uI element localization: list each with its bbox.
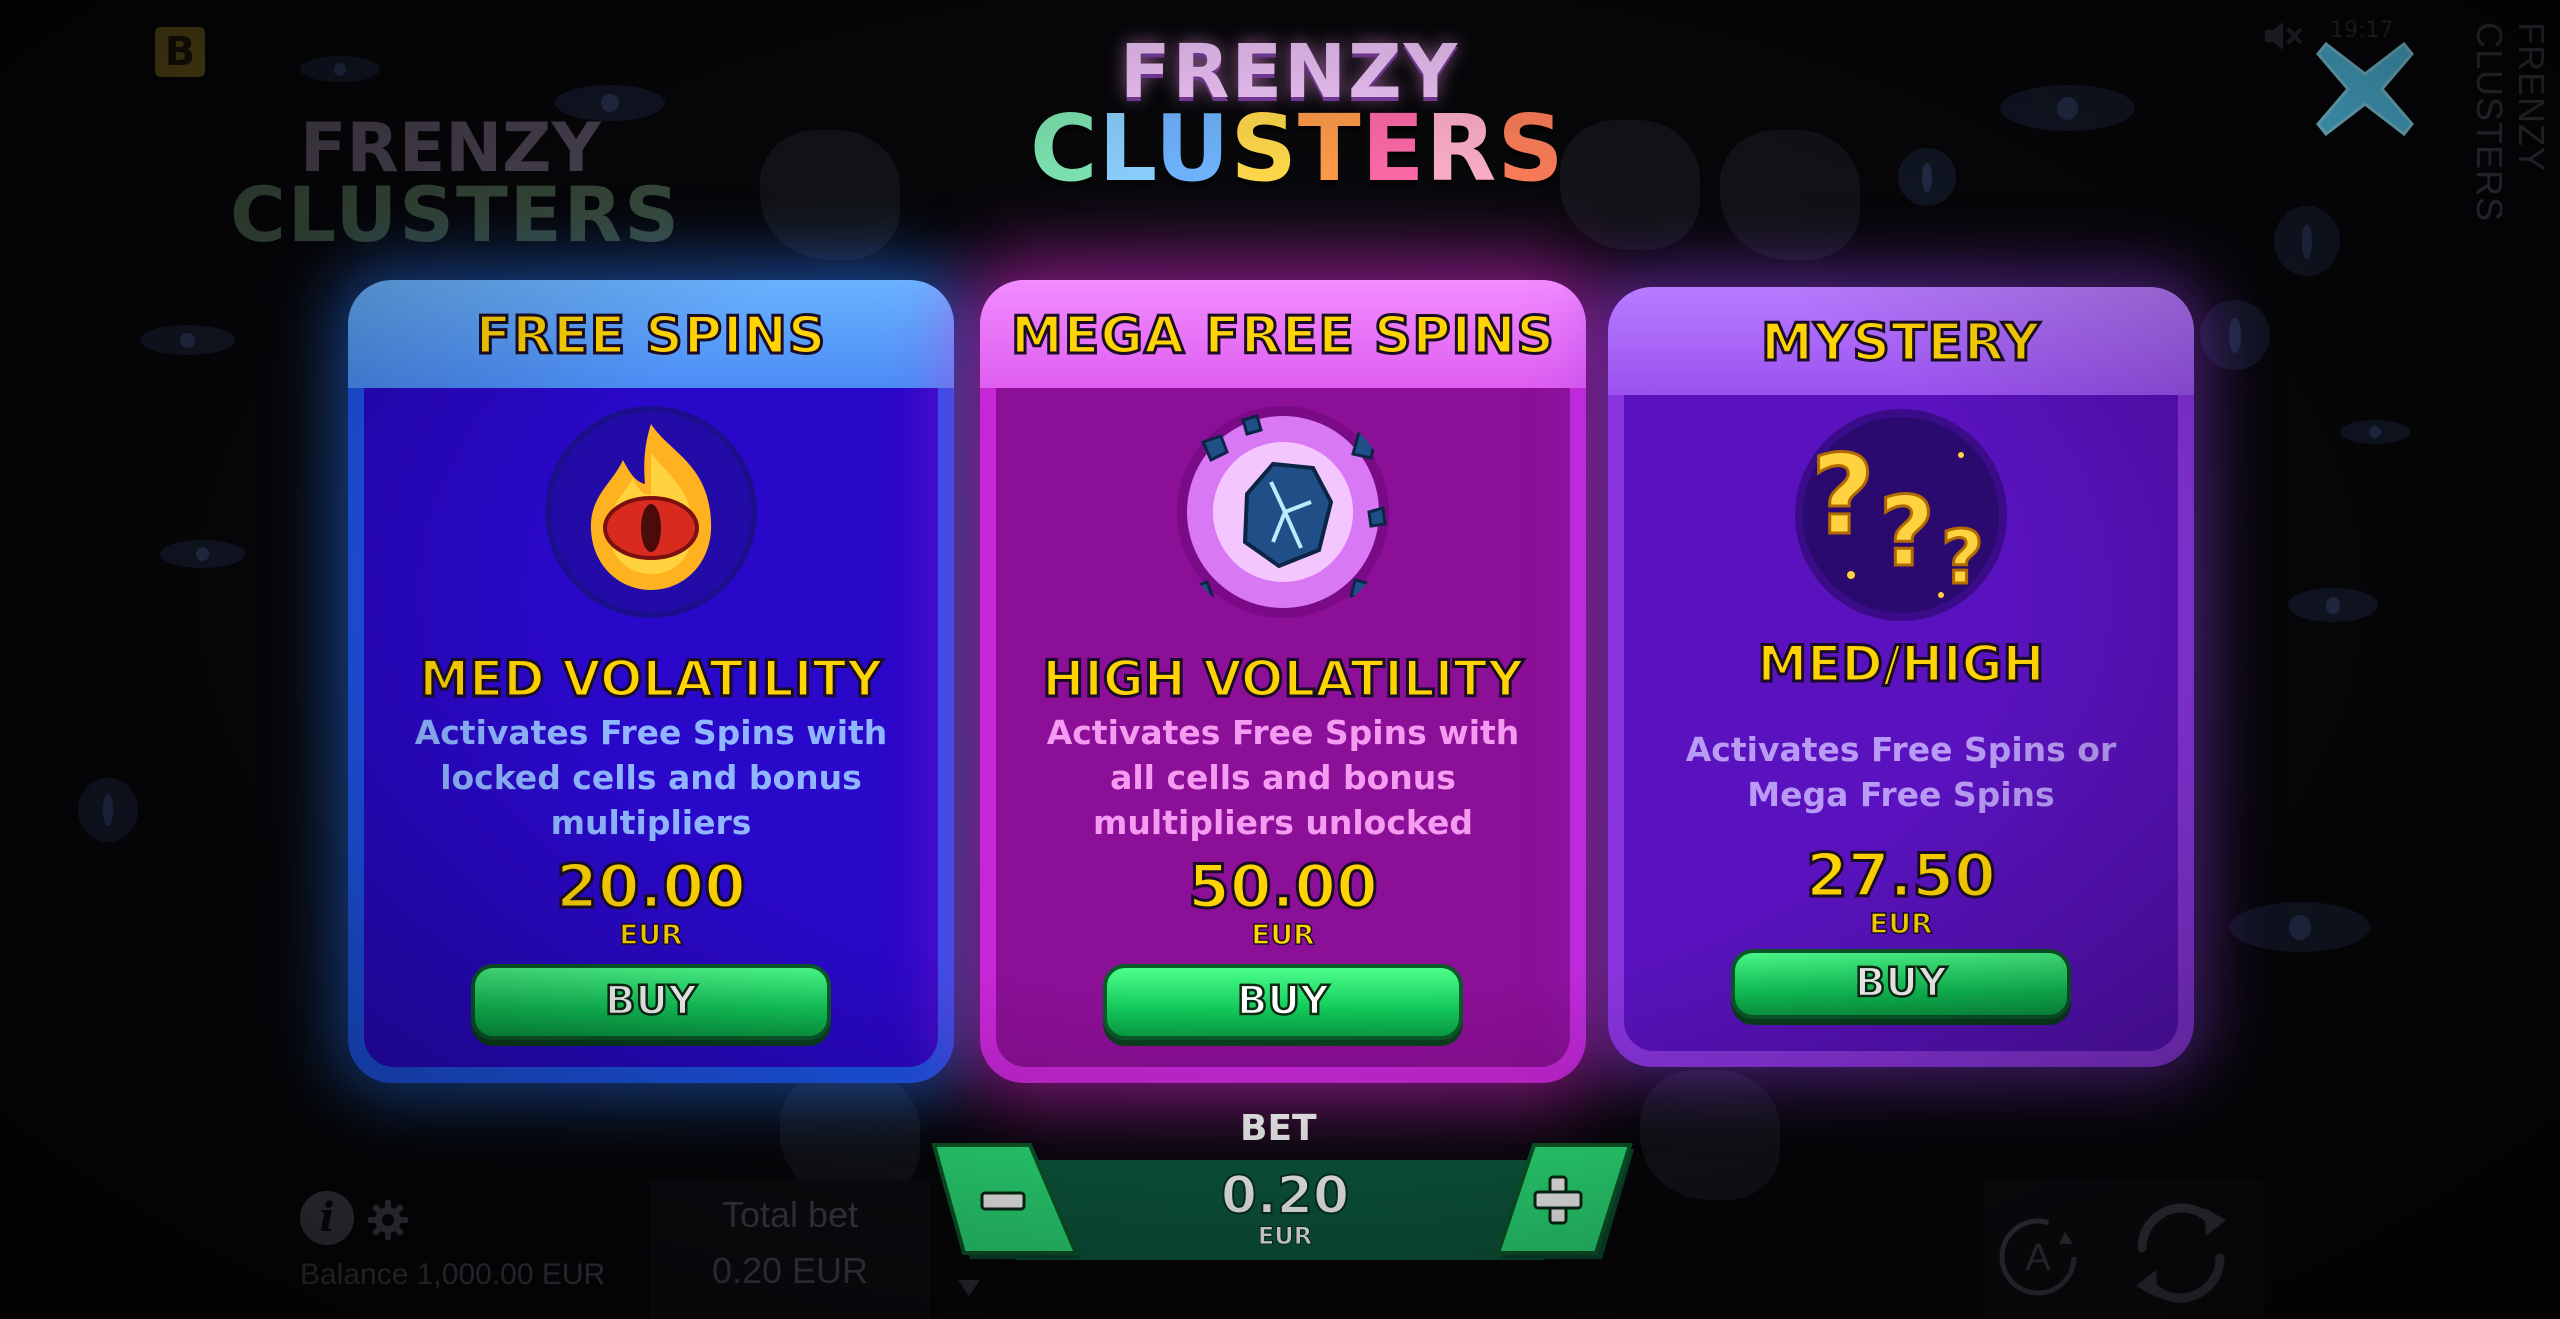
logo-clusters: CLUSTERS	[1030, 103, 1565, 195]
total-bet-label: Total bet	[721, 1194, 859, 1235]
free-spins-buy-button[interactable]: BUY	[471, 964, 831, 1040]
game-screen: FRENZY CLUSTERS B 19:17 FRENZY CLUSTERS …	[0, 0, 2560, 1319]
svg-text:?: ?	[1941, 515, 1984, 601]
free-spins-title: FREE SPINS	[348, 280, 954, 388]
logo-letter: T	[1297, 95, 1362, 202]
logo-letter: E	[1361, 95, 1426, 202]
mystery-title: MYSTERY	[1608, 287, 2194, 395]
background-rock	[1640, 1070, 1780, 1200]
autoplay-button[interactable]: A	[1995, 1214, 2081, 1300]
mega-free-spins-card: MEGA FREE SPINS HIGH VOLATILITY Activate…	[980, 280, 1586, 1083]
background-eye-icon	[300, 56, 380, 82]
close-button[interactable]	[2312, 36, 2418, 142]
info-button[interactable]: i	[300, 1191, 354, 1245]
spin-button[interactable]	[2118, 1190, 2244, 1316]
background-eye-icon	[160, 540, 245, 568]
mega-free-spins-title: MEGA FREE SPINS	[980, 280, 1586, 388]
background-logo-line2: CLUSTERS	[230, 170, 681, 259]
mystery-price: 27.50	[1805, 840, 1998, 913]
free-spins-price: 20.00	[555, 851, 748, 924]
mega-free-spins-card-body: HIGH VOLATILITY Activates Free Spins wit…	[996, 388, 1570, 1067]
decrease-bet-button[interactable]	[930, 1143, 1090, 1265]
question-marks-icon: ? ? ?	[1795, 409, 2007, 621]
background-eye-icon	[2000, 85, 2135, 131]
background-eye-icon	[140, 325, 235, 355]
balance-label: Balance 1,000.00 EUR	[300, 1258, 606, 1291]
logo-letter: U	[1154, 95, 1231, 202]
svg-text:?: ?	[1879, 476, 1935, 588]
mega-free-spins-buy-button[interactable]: BUY	[1103, 964, 1463, 1040]
exploding-rock-icon	[1177, 406, 1389, 618]
increase-bet-button[interactable]	[1478, 1143, 1638, 1265]
background-rock	[760, 130, 900, 260]
background-eye-icon	[2200, 300, 2270, 370]
mega-free-spins-description: Activates Free Spins with all cells and …	[1046, 713, 1520, 842]
close-icon	[2316, 41, 2414, 137]
mystery-description: Activates Free Spins or Mega Free Spins	[1685, 730, 2117, 814]
free-spins-currency: EUR	[619, 917, 684, 952]
minus-icon	[980, 1191, 1026, 1211]
logo-letter: L	[1098, 95, 1155, 202]
background-eye-icon	[2230, 902, 2370, 952]
background-eye-icon	[78, 778, 138, 842]
side-game-title: FRENZY CLUSTERS	[2469, 22, 2552, 223]
flaming-eye-icon	[545, 406, 757, 618]
background-rock	[1560, 120, 1700, 250]
mega-free-spins-currency: EUR	[1251, 917, 1316, 952]
collapse-arrow-icon[interactable]	[958, 1280, 980, 1296]
total-bet-panel: Total bet 0.20 EUR	[650, 1180, 930, 1319]
background-rock	[1720, 130, 1860, 260]
bet-currency: EUR	[1257, 1222, 1313, 1251]
mute-icon[interactable]	[2262, 18, 2306, 54]
mystery-currency: EUR	[1869, 906, 1934, 941]
background-logo: FRENZY CLUSTERS	[230, 115, 679, 265]
background-eye-icon	[2288, 588, 2378, 622]
brand-badge: B	[155, 27, 205, 77]
logo-letter: S	[1230, 95, 1298, 202]
autoplay-label: A	[2025, 1237, 2051, 1279]
bet-label: BET	[1240, 1108, 1317, 1149]
total-bet-value: 0.20 EUR	[711, 1250, 869, 1291]
svg-text:?: ?	[1811, 431, 1875, 559]
free-spins-card: FREE SPINS MED VOLATILITY Activates Free…	[348, 280, 954, 1083]
background-eye-icon	[2274, 206, 2340, 276]
free-spins-volatility: MED VOLATILITY	[418, 649, 884, 710]
free-spins-description: Activates Free Spins with locked cells a…	[414, 713, 888, 842]
mega-free-spins-volatility: HIGH VOLATILITY	[1041, 649, 1525, 710]
bet-value: 0.20	[1220, 1165, 1350, 1227]
mystery-card-body: ? ? ? MED/HIGH Activates Free Spins or M…	[1624, 395, 2178, 1051]
logo-letter: C	[1030, 95, 1099, 202]
logo-letter: R	[1425, 95, 1498, 202]
mystery-volatility: MED/HIGH	[1756, 634, 2046, 695]
gear-icon[interactable]	[366, 1198, 410, 1242]
game-logo: FRENZY CLUSTERS	[1030, 35, 1564, 210]
free-spins-card-body: MED VOLATILITY Activates Free Spins with…	[364, 388, 938, 1067]
mystery-buy-button[interactable]: BUY	[1731, 949, 2071, 1019]
mega-free-spins-price: 50.00	[1187, 851, 1380, 924]
logo-letter: S	[1497, 95, 1565, 202]
background-eye-icon	[1898, 148, 1956, 206]
background-eye-icon	[2340, 420, 2410, 444]
mystery-card: MYSTERY ? ? ? MED/HIGH Activates Free Sp…	[1608, 287, 2194, 1067]
